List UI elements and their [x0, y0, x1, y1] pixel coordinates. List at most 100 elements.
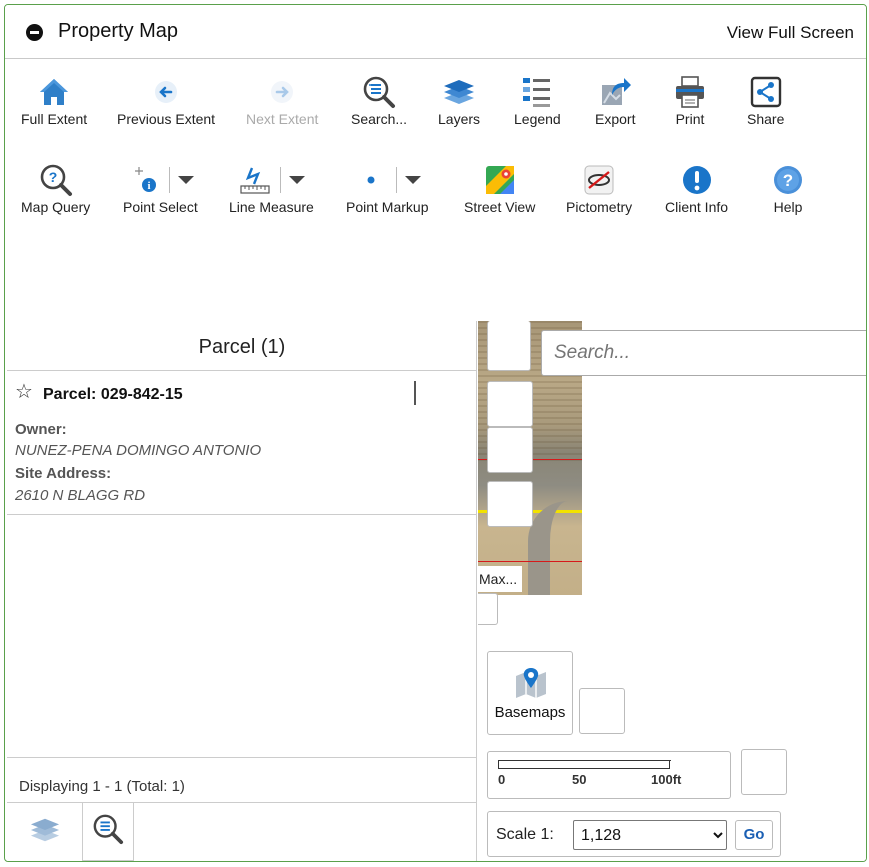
- svg-text:?: ?: [48, 169, 57, 185]
- map-toggle-button[interactable]: [478, 593, 498, 625]
- owner-label: Owner:: [15, 421, 67, 438]
- search-label: Search...: [351, 111, 408, 127]
- tab-search-results[interactable]: [82, 803, 134, 861]
- info-icon: [681, 161, 713, 199]
- legend-label: Legend: [514, 111, 561, 127]
- street-view-icon: [484, 161, 516, 199]
- parcel-card[interactable]: ☆ Parcel: 029-842-15 Owner: NUNEZ-PENA D…: [7, 371, 477, 515]
- client-info-label: Client Info: [665, 199, 729, 215]
- scale-label: Scale 1:: [496, 826, 554, 843]
- map-tool-button[interactable]: [579, 688, 625, 734]
- basemaps-button[interactable]: Basemaps: [487, 651, 573, 735]
- next-extent-label: Next Extent: [246, 111, 319, 127]
- next-extent-button[interactable]: Next Extent: [246, 73, 318, 127]
- map-query-label: Map Query: [21, 199, 91, 215]
- go-button[interactable]: Go: [735, 820, 773, 850]
- panel-title: Property Map: [58, 20, 179, 42]
- parcel-id[interactable]: Parcel: 029-842-15: [43, 386, 183, 404]
- search-list-icon: [362, 73, 396, 111]
- line-measure-icon: [238, 161, 305, 199]
- map-tool-button[interactable]: [741, 749, 787, 795]
- point-select-button[interactable]: i Point Select: [123, 161, 198, 215]
- basemaps-label: Basemaps: [494, 704, 566, 721]
- map-query-icon: ?: [39, 161, 73, 199]
- owner-value: NUNEZ-PENA DOMINGO ANTONIO: [15, 442, 262, 459]
- layers-icon: [441, 73, 477, 111]
- results-footer: Displaying 1 - 1 (Total: 1): [7, 757, 477, 803]
- max-label[interactable]: Max...: [478, 566, 522, 592]
- point-select-icon: i: [127, 161, 194, 199]
- help-button[interactable]: ? Help: [772, 161, 804, 215]
- parcel-boundary-line: [478, 561, 582, 562]
- share-icon: [750, 73, 782, 111]
- view-full-screen-link[interactable]: View Full Screen: [727, 23, 854, 43]
- svg-text:?: ?: [783, 171, 793, 190]
- basemap-icon: [514, 666, 548, 704]
- print-icon: [673, 73, 707, 111]
- help-icon: ?: [772, 161, 804, 199]
- export-icon: [598, 73, 632, 111]
- pictometry-icon: [583, 161, 615, 199]
- search-input[interactable]: [542, 331, 866, 375]
- export-label: Export: [595, 111, 636, 127]
- results-header: Parcel (1): [7, 321, 477, 371]
- map-query-button[interactable]: ? Map Query: [21, 161, 90, 215]
- star-icon[interactable]: ☆: [15, 379, 33, 404]
- panel-tabs: [7, 802, 477, 861]
- forward-arrow-icon: [269, 73, 295, 111]
- point-markup-button[interactable]: Point Markup: [346, 161, 428, 215]
- collapse-icon[interactable]: [26, 24, 43, 41]
- line-measure-label: Line Measure: [229, 199, 314, 215]
- street-view-button[interactable]: Street View: [464, 161, 535, 215]
- layers-button[interactable]: Layers: [438, 73, 480, 127]
- site-address-value: 2610 N BLAGG RD: [15, 487, 146, 504]
- chevron-down-icon[interactable]: [404, 176, 421, 184]
- full-extent-label: Full Extent: [21, 111, 88, 127]
- home-extent-button[interactable]: [487, 481, 533, 527]
- scale-select[interactable]: 1,128: [573, 820, 727, 850]
- pictometry-label: Pictometry: [566, 199, 633, 215]
- svg-text:i: i: [147, 180, 150, 192]
- home-icon: [37, 73, 71, 111]
- map-view[interactable]: Max... Basemaps 0 50 100ft Scale 1: 1,12…: [478, 321, 866, 861]
- back-arrow-icon: [153, 73, 179, 111]
- previous-extent-label: Previous Extent: [117, 111, 216, 127]
- layers-icon: [28, 815, 62, 850]
- results-count: Displaying 1 - 1 (Total: 1): [19, 778, 185, 795]
- line-measure-button[interactable]: Line Measure: [229, 161, 314, 215]
- map-search-box[interactable]: [541, 330, 866, 376]
- client-info-button[interactable]: Client Info: [665, 161, 728, 215]
- zoom-out-button[interactable]: [487, 427, 533, 473]
- scale-control: Scale 1: 1,128 Go: [487, 811, 781, 857]
- print-button[interactable]: Print: [673, 73, 707, 127]
- point-markup-icon: [354, 161, 421, 199]
- pictometry-button[interactable]: Pictometry: [566, 161, 632, 215]
- tab-layers[interactable]: [19, 803, 71, 861]
- zoom-in-button[interactable]: [487, 381, 533, 427]
- previous-extent-button[interactable]: Previous Extent: [117, 73, 215, 127]
- point-markup-label: Point Markup: [346, 199, 429, 215]
- help-label: Help: [773, 199, 803, 215]
- share-label: Share: [747, 111, 785, 127]
- divider: [414, 381, 416, 405]
- export-button[interactable]: Export: [595, 73, 635, 127]
- search-list-icon: [92, 813, 124, 850]
- chevron-down-icon[interactable]: [177, 176, 194, 184]
- print-label: Print: [675, 111, 705, 127]
- full-extent-button[interactable]: Full Extent: [21, 73, 87, 127]
- scale-tick: 0: [498, 772, 506, 787]
- search-button[interactable]: Search...: [351, 73, 407, 127]
- property-map-panel: Property Map View Full Screen Full Exten…: [4, 4, 867, 862]
- map-widget-button[interactable]: [487, 321, 531, 371]
- title-bar: Property Map View Full Screen: [5, 5, 866, 59]
- chevron-down-icon[interactable]: [288, 176, 305, 184]
- site-address-label: Site Address:: [15, 465, 112, 482]
- scale-tick: 100ft: [651, 772, 682, 787]
- legend-button[interactable]: Legend: [514, 73, 561, 127]
- point-select-label: Point Select: [123, 199, 198, 215]
- street-view-label: Street View: [464, 199, 536, 215]
- scale-tick: 50: [572, 772, 587, 787]
- share-button[interactable]: Share: [747, 73, 784, 127]
- scale-bar: 0 50 100ft: [487, 751, 731, 799]
- layers-label: Layers: [438, 111, 481, 127]
